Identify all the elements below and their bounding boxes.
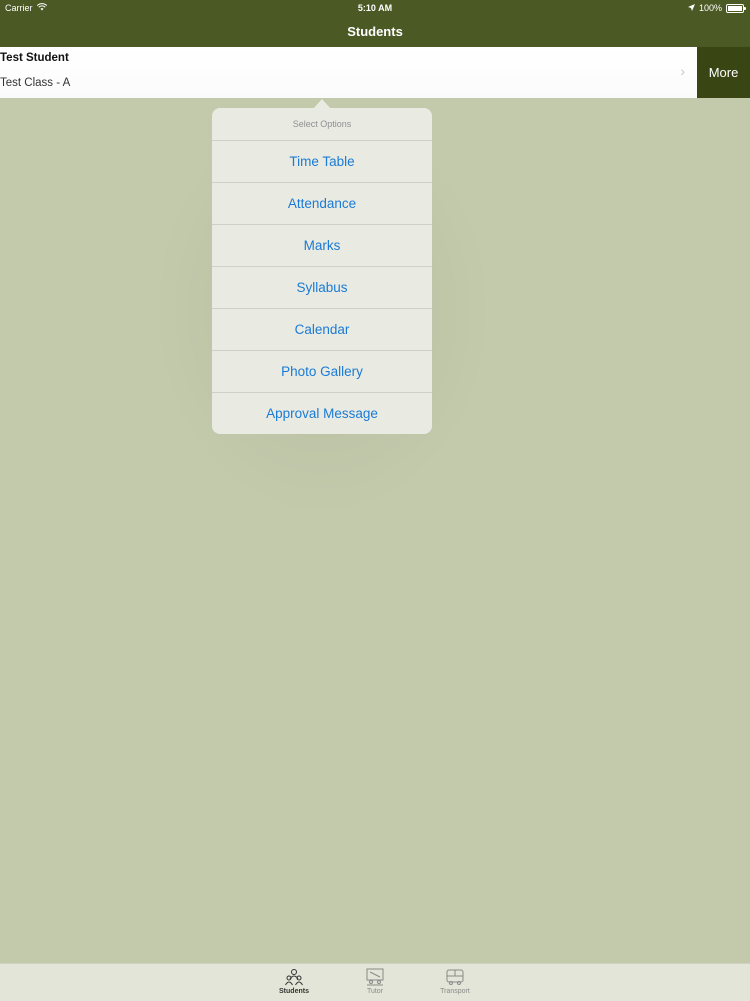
- option-syllabus[interactable]: Syllabus: [212, 267, 432, 309]
- popover-title: Select Options: [212, 108, 432, 141]
- student-name: Test Student: [0, 52, 69, 64]
- header-bar: Carrier 5:10 AM 100% Students: [0, 0, 750, 47]
- option-time-table[interactable]: Time Table: [212, 141, 432, 183]
- option-marks[interactable]: Marks: [212, 225, 432, 267]
- option-approval-message[interactable]: Approval Message: [212, 393, 432, 434]
- tutor-icon: [345, 968, 405, 986]
- tab-tutor-label: Tutor: [366, 988, 384, 995]
- status-bar: Carrier 5:10 AM 100%: [0, 0, 750, 16]
- option-calendar[interactable]: Calendar: [212, 309, 432, 351]
- student-class: Test Class - A: [0, 77, 71, 89]
- tab-tutor[interactable]: Tutor: [345, 968, 405, 995]
- transport-icon: [425, 968, 485, 986]
- option-photo-gallery[interactable]: Photo Gallery: [212, 351, 432, 393]
- tab-bar: Students Tutor Transport: [0, 963, 750, 1001]
- select-options-popover: Select Options Time Table Attendance Mar…: [212, 108, 432, 434]
- more-button[interactable]: More: [697, 47, 750, 98]
- battery-percent: 100%: [698, 3, 722, 13]
- chevron-right-icon: ›: [680, 63, 685, 79]
- student-row[interactable]: Test Student Test Class - A ›: [0, 47, 697, 98]
- location-icon: [687, 3, 695, 13]
- option-attendance[interactable]: Attendance: [212, 183, 432, 225]
- tab-students[interactable]: Students: [264, 968, 324, 995]
- page-title: Students: [347, 24, 403, 39]
- tab-transport-label: Transport: [440, 988, 470, 995]
- students-icon: [264, 968, 324, 986]
- tab-transport[interactable]: Transport: [425, 968, 485, 995]
- battery-icon: [726, 3, 746, 13]
- battery-fill: [728, 5, 742, 11]
- tab-students-label: Students: [279, 988, 309, 995]
- status-time: 5:10 AM: [357, 3, 393, 13]
